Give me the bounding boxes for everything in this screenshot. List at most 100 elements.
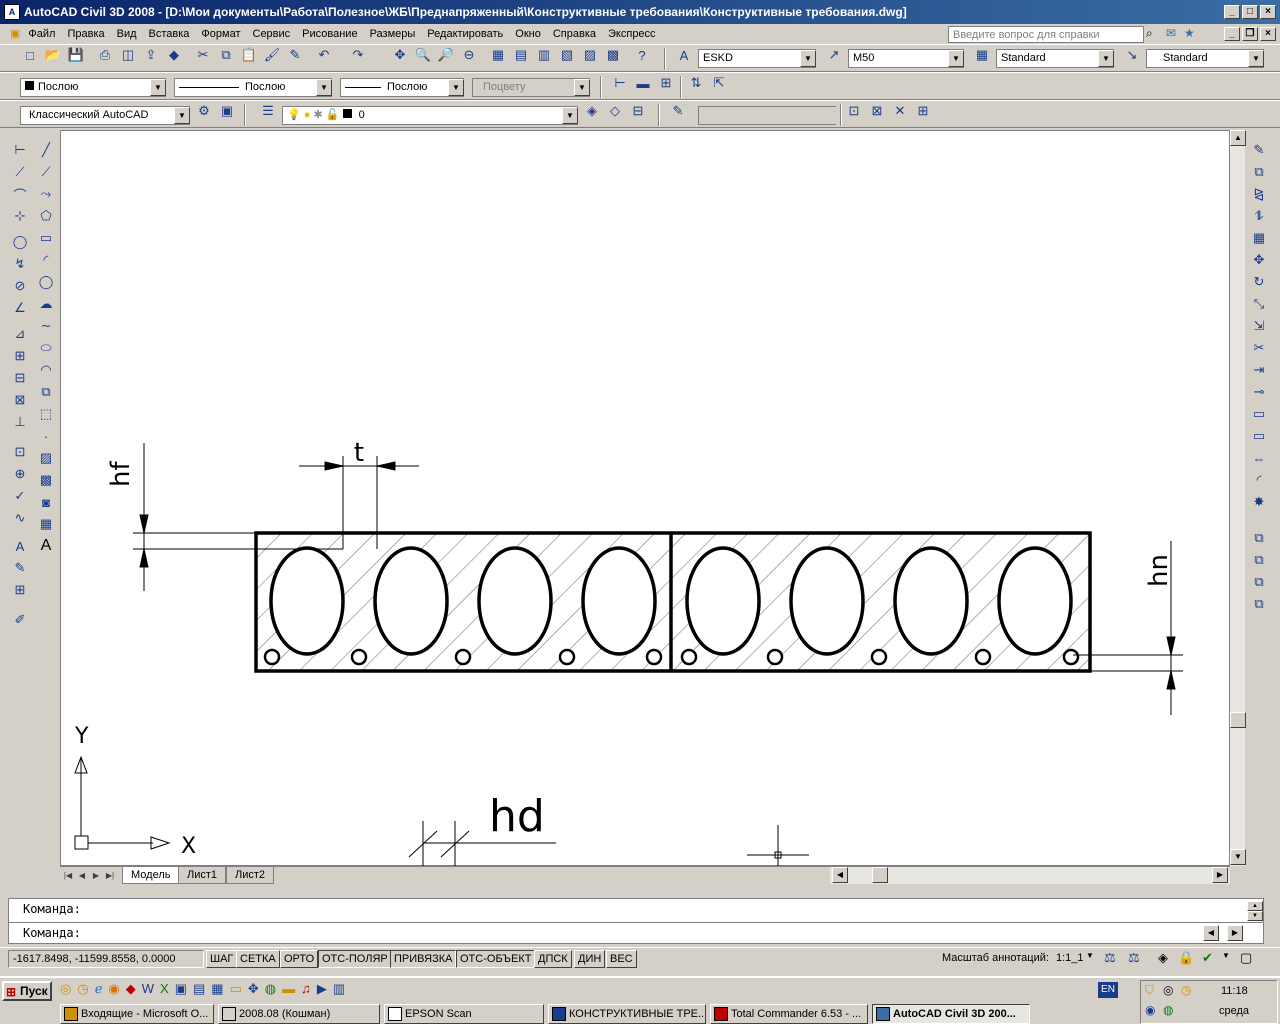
copy-object-icon[interactable]: ⧉ — [1249, 162, 1269, 182]
menu-tools[interactable]: Сервис — [247, 25, 297, 43]
task-epson[interactable]: EPSON Scan — [384, 1004, 544, 1024]
tray-app-icon[interactable]: ◎ — [1163, 983, 1173, 997]
cmd-scroll-left-icon[interactable]: ◀ — [1203, 925, 1219, 941]
redo-icon[interactable]: ↷ — [348, 45, 368, 65]
chamfer-icon[interactable]: ⇔ — [1249, 448, 1269, 468]
dim-angular-icon[interactable]: ∠ — [10, 298, 30, 318]
lock-icon[interactable]: 🔒 — [1178, 950, 1194, 966]
polygon-icon[interactable]: ⬠ — [36, 206, 56, 226]
draworder-under-icon[interactable]: ⧉ — [1249, 594, 1269, 614]
scroll-down-icon[interactable]: ▼ — [1230, 849, 1246, 865]
cut-icon[interactable]: ✂ — [193, 45, 213, 65]
lineweight-select[interactable]: Послою ▼ — [340, 78, 464, 97]
layer-states-icon[interactable]: ⊟ — [628, 101, 648, 121]
language-indicator[interactable]: EN — [1098, 982, 1118, 998]
menu-edit[interactable]: Правка — [61, 25, 110, 43]
multiline-text-icon[interactable]: A — [36, 536, 56, 556]
save-app-icon[interactable]: ▤ — [193, 981, 205, 997]
edit-text-icon[interactable]: ✎ — [668, 101, 688, 121]
workspace-settings-icon[interactable]: ⚙ — [194, 101, 214, 121]
player-icon[interactable]: ▶ — [317, 981, 327, 997]
dim-diameter-icon[interactable]: ⊘ — [10, 276, 30, 296]
drawing-area[interactable]: hf t hn hd Y X — [60, 130, 1230, 867]
linetype-select[interactable]: Послою ▼ — [174, 78, 332, 97]
favorites-icon[interactable]: ★ — [1184, 26, 1200, 43]
coordinates-readout[interactable]: -1617.8498, -11599.8558, 0.0000 — [8, 950, 204, 968]
inspection-icon[interactable]: ✓ — [10, 486, 30, 506]
open-icon[interactable]: 📂 — [43, 45, 63, 65]
insert-block-icon[interactable]: ⧉ — [36, 382, 56, 402]
ellipse-icon[interactable]: ⬭ — [36, 338, 56, 358]
autocad-app-icon[interactable]: A — [4, 4, 20, 20]
menu-view[interactable]: Вид — [111, 25, 143, 43]
tab-model[interactable]: Модель — [122, 867, 180, 884]
dim-linear-icon[interactable]: ⊢ — [10, 140, 30, 160]
task-excel[interactable]: 2008.08 (Кошман) — [218, 1004, 380, 1024]
dim-continue-icon[interactable]: ⊟ — [10, 368, 30, 388]
ellipse-arc-icon[interactable]: ◠ — [36, 360, 56, 380]
text-edit-field[interactable] — [698, 106, 836, 125]
dim-linear-icon[interactable]: ⊢ — [610, 73, 630, 93]
save-icon[interactable]: 💾 — [66, 45, 86, 65]
ortho-button[interactable]: ОРТО — [280, 950, 319, 968]
polyline-icon[interactable]: ⤳ — [36, 184, 56, 204]
close-button[interactable]: × — [1260, 5, 1276, 19]
menu-format[interactable]: Формат — [195, 25, 246, 43]
rectangle-icon[interactable]: ▭ — [36, 228, 56, 248]
app-red-icon[interactable]: ◆ — [126, 981, 136, 997]
quick-dim-icon[interactable]: ⊿ — [10, 324, 30, 344]
cube-icon[interactable]: ◈ — [1158, 950, 1168, 966]
tray-app2-icon[interactable]: ◉ — [1145, 1003, 1155, 1017]
lwt-button[interactable]: ВЕС — [606, 950, 637, 968]
osnap-button[interactable]: ПРИВЯЗКА — [390, 950, 457, 968]
layer-select[interactable]: 💡 ● ✱ 🔓 0 ▼ — [282, 106, 578, 125]
text-style-select[interactable]: ESKD ▼ — [698, 49, 816, 68]
help-search-input[interactable]: Введите вопрос для справки — [948, 26, 1144, 43]
arc-icon[interactable]: ◜ — [36, 250, 56, 270]
task-autocad[interactable]: AutoCAD Civil 3D 200... — [872, 1004, 1030, 1024]
make-layer-current-icon[interactable]: ◈ — [582, 101, 602, 121]
publish-icon[interactable]: ⇪ — [141, 45, 161, 65]
erase-icon[interactable]: ✎ — [1249, 140, 1269, 160]
maximize-button[interactable]: □ — [1242, 5, 1258, 19]
scroll-left-icon[interactable]: ◀ — [832, 867, 848, 883]
doc-restore-button[interactable]: ❐ — [1242, 27, 1258, 41]
chevron-down-icon[interactable]: ▼ — [948, 50, 964, 67]
tab-last-icon[interactable]: ▶| — [104, 869, 116, 882]
hscroll-thumb[interactable] — [872, 867, 888, 883]
workspace-select[interactable]: Классический AutoCAD ▼ — [20, 106, 190, 125]
chevron-down-icon[interactable]: ▼ — [448, 79, 464, 96]
dim-style-icon[interactable]: ✐ — [10, 610, 30, 630]
gradient-icon[interactable]: ▩ — [36, 470, 56, 490]
menu-window[interactable]: Окно — [509, 25, 547, 43]
mleader-style-icon[interactable]: ↘ — [1122, 45, 1142, 65]
grid-button[interactable]: СЕТКА — [236, 950, 280, 968]
dim-edit-icon[interactable]: A — [10, 536, 30, 556]
line-icon[interactable]: ╱ — [36, 140, 56, 160]
zoom-window-icon[interactable]: 🔎 — [436, 45, 456, 65]
cmd-scroll-up-icon[interactable]: ▲ — [1247, 901, 1263, 911]
draworder-above-icon[interactable]: ⧉ — [1249, 572, 1269, 592]
viewport-delete-icon[interactable]: ✕ — [890, 101, 910, 121]
shield-icon[interactable]: ⛉ — [1145, 983, 1154, 998]
chevron-down-icon[interactable]: ▼ — [150, 79, 166, 96]
chevron-down-icon[interactable]: ▼ — [316, 79, 332, 96]
app-yellow-icon[interactable]: ▬ — [282, 981, 295, 997]
dim-style-select[interactable]: M50 ▼ — [848, 49, 964, 68]
3d-dwf-icon[interactable]: ◆ — [164, 45, 184, 65]
zoom-realtime-icon[interactable]: 🔍 — [413, 45, 433, 65]
word-icon[interactable]: W — [142, 981, 154, 997]
folder-icon[interactable]: ▭ — [230, 981, 242, 997]
design-center-icon[interactable]: ▤ — [511, 45, 531, 65]
menu-modify[interactable]: Редактировать — [421, 25, 509, 43]
chevron-down-icon[interactable]: ▼ — [1086, 951, 1094, 960]
chevron-down-icon[interactable]: ▼ — [174, 107, 190, 124]
rotate-icon[interactable]: ↻ — [1249, 272, 1269, 292]
pan-icon[interactable]: ✥ — [390, 45, 410, 65]
plot-style-select[interactable]: Поцвету ▼ — [472, 78, 590, 97]
dim-update-icon[interactable]: ⊞ — [656, 73, 676, 93]
task-total-commander[interactable]: Total Commander 6.53 - ... — [710, 1004, 868, 1024]
dim-aligned-icon[interactable]: ⟋ — [10, 162, 30, 182]
menu-help[interactable]: Справка — [547, 25, 602, 43]
monitor-icon[interactable]: ▥ — [333, 981, 345, 997]
